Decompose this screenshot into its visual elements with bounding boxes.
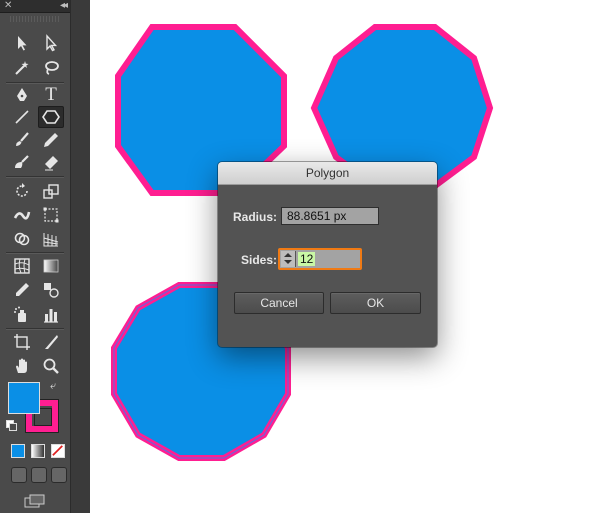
scale-tool-icon[interactable] — [38, 180, 64, 202]
swap-fill-stroke-icon[interactable]: ⤶ — [50, 380, 56, 393]
zoom-tool-icon[interactable] — [38, 355, 64, 377]
radius-input[interactable]: 88.8651 px — [281, 207, 379, 225]
pen-tool-icon[interactable] — [9, 84, 35, 106]
lasso-tool-icon[interactable] — [38, 57, 64, 79]
selection-tool-icon[interactable] — [9, 32, 35, 54]
draw-normal-icon[interactable] — [11, 467, 27, 483]
dialog-title[interactable]: Polygon — [218, 162, 437, 185]
draw-inside-icon[interactable] — [51, 467, 67, 483]
fill-color-swatch[interactable] — [8, 382, 40, 414]
type-tool-icon[interactable]: T — [38, 84, 64, 106]
screen-mode-icon[interactable] — [24, 494, 46, 508]
free-transform-tool-icon[interactable] — [38, 204, 64, 226]
color-mode-icon[interactable] — [11, 444, 25, 458]
cancel-button[interactable]: Cancel — [234, 292, 324, 314]
sides-input[interactable]: 12 — [298, 252, 316, 266]
blend-tool-icon[interactable] — [38, 279, 64, 301]
mesh-tool-icon[interactable] — [9, 255, 35, 277]
pencil-tool-icon[interactable] — [38, 129, 64, 151]
gradient-tool-icon[interactable] — [38, 255, 64, 277]
none-mode-icon[interactable] — [51, 444, 65, 458]
default-fill-stroke-icon[interactable] — [6, 420, 17, 431]
ok-button[interactable]: OK — [330, 292, 421, 314]
symbol-sprayer-tool-icon[interactable] — [9, 304, 35, 326]
draw-behind-icon[interactable] — [31, 467, 47, 483]
line-segment-tool-icon[interactable] — [9, 106, 35, 128]
stepper-down-icon[interactable] — [284, 260, 292, 264]
sides-stepper[interactable] — [281, 251, 296, 267]
sides-label: Sides: — [241, 253, 278, 267]
artboard-tool-icon[interactable] — [9, 331, 35, 353]
tools-panel: ✕ ◂◂ T ⤶ — [0, 0, 71, 513]
width-tool-icon[interactable] — [9, 204, 35, 226]
close-panel-icon[interactable]: ✕ — [4, 0, 12, 12]
tools-panel-header: ✕ ◂◂ — [0, 0, 70, 13]
polygon-tool-icon[interactable] — [38, 106, 64, 128]
slice-tool-icon[interactable] — [38, 331, 64, 353]
eraser-tool-icon[interactable] — [38, 152, 64, 174]
perspective-grid-tool-icon[interactable] — [38, 228, 64, 250]
shape-builder-tool-icon[interactable] — [9, 228, 35, 250]
gradient-mode-icon[interactable] — [31, 444, 45, 458]
polygon-dialog: Polygon Radius: 88.8651 px Sides: 12 Can… — [218, 162, 437, 347]
collapse-panel-icon[interactable]: ◂◂ — [60, 0, 68, 12]
panel-grip[interactable] — [10, 16, 60, 22]
column-graph-tool-icon[interactable] — [38, 304, 64, 326]
paintbrush-tool-icon[interactable] — [9, 129, 35, 151]
direct-selection-tool-icon[interactable] — [38, 32, 64, 54]
eyedropper-tool-icon[interactable] — [9, 279, 35, 301]
rotate-tool-icon[interactable] — [9, 180, 35, 202]
blob-brush-tool-icon[interactable] — [9, 152, 35, 174]
sides-field[interactable]: 12 — [278, 248, 362, 270]
hand-tool-icon[interactable] — [9, 355, 35, 377]
stepper-up-icon[interactable] — [284, 253, 292, 257]
magic-wand-tool-icon[interactable] — [9, 57, 35, 79]
radius-label: Radius: — [233, 210, 278, 224]
